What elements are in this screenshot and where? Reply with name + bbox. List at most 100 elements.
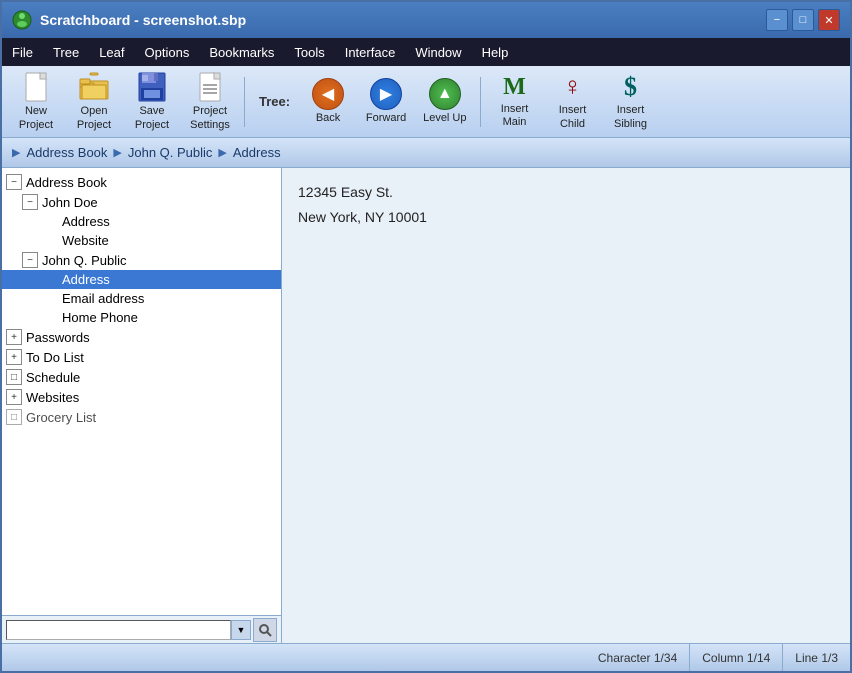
level-up-button[interactable]: ▲ Level Up xyxy=(416,71,473,133)
menu-bookmarks[interactable]: Bookmarks xyxy=(199,38,284,66)
insert-sibling-icon: $ xyxy=(615,72,647,102)
sidebar-search-bar: ▼ xyxy=(2,615,281,643)
tree-item-home-phone[interactable]: Home Phone xyxy=(2,308,281,327)
menu-help[interactable]: Help xyxy=(472,38,519,66)
tree-label-john-doe-website: Website xyxy=(62,233,109,248)
insert-child-label: InsertChild xyxy=(559,104,587,130)
menu-bar: File Tree Leaf Options Bookmarks Tools I… xyxy=(2,38,850,66)
save-project-button[interactable]: SaveProject xyxy=(124,71,180,133)
breadcrumb-item-0[interactable]: Address Book xyxy=(26,145,107,160)
menu-options[interactable]: Options xyxy=(135,38,200,66)
tree-toggle-websites[interactable]: + xyxy=(6,389,22,405)
insert-main-button[interactable]: M InsertMain xyxy=(487,71,543,133)
tree-item-grocery[interactable]: □ Grocery List xyxy=(2,407,281,427)
tree-item-todo[interactable]: + To Do List xyxy=(2,347,281,367)
tree-label-address-book: Address Book xyxy=(26,175,107,190)
menu-leaf[interactable]: Leaf xyxy=(89,38,134,66)
tree-item-john-q-email[interactable]: Email address xyxy=(2,289,281,308)
tree-toggle-schedule[interactable]: □ xyxy=(6,369,22,385)
breadcrumb-item-2[interactable]: Address xyxy=(233,145,281,160)
main-area: − Address Book − John Doe Address Websit… xyxy=(2,168,850,643)
search-dropdown[interactable]: ▼ xyxy=(231,620,251,640)
open-project-button[interactable]: OpenProject xyxy=(66,71,122,133)
sidebar-tree[interactable]: − Address Book − John Doe Address Websit… xyxy=(2,168,281,615)
menu-window[interactable]: Window xyxy=(405,38,471,66)
project-settings-button[interactable]: ProjectSettings xyxy=(182,71,238,133)
title-bar-left: Scratchboard - screenshot.sbp xyxy=(12,10,246,30)
tree-toggle-grocery[interactable]: □ xyxy=(6,409,22,425)
menu-file[interactable]: File xyxy=(2,38,43,66)
new-project-button[interactable]: NewProject xyxy=(8,71,64,133)
tree-label-john-q-email: Email address xyxy=(62,291,144,306)
tree-item-passwords[interactable]: + Passwords xyxy=(2,327,281,347)
content-area[interactable]: 12345 Easy St. New York, NY 10001 xyxy=(282,168,850,643)
level-up-icon: ▲ xyxy=(429,78,461,110)
search-input[interactable] xyxy=(6,620,231,640)
insert-sibling-button[interactable]: $ InsertSibling xyxy=(603,71,659,133)
content-text: 12345 Easy St. New York, NY 10001 xyxy=(298,180,834,230)
forward-label: Forward xyxy=(366,112,406,125)
tree-toggle-todo[interactable]: + xyxy=(6,349,22,365)
close-button[interactable]: ✕ xyxy=(818,9,840,31)
tree-label-passwords: Passwords xyxy=(26,330,90,345)
content-line-2: New York, NY 10001 xyxy=(298,205,834,230)
project-settings-label: ProjectSettings xyxy=(190,105,230,131)
tree-toggle-passwords[interactable]: + xyxy=(6,329,22,345)
status-column: Column 1/14 xyxy=(690,644,783,671)
save-project-label: SaveProject xyxy=(135,105,169,131)
tree-label-home-phone: Home Phone xyxy=(62,310,138,325)
status-line: Line 1/3 xyxy=(783,644,850,671)
tree-item-john-doe-website[interactable]: Website xyxy=(2,231,281,250)
window-controls: − □ ✕ xyxy=(766,9,840,31)
menu-tools[interactable]: Tools xyxy=(284,38,334,66)
status-bar: Character 1/34 Column 1/14 Line 1/3 xyxy=(2,643,850,671)
tree-item-websites[interactable]: + Websites xyxy=(2,387,281,407)
insert-child-icon: ♀ xyxy=(557,72,589,102)
insert-sibling-label: InsertSibling xyxy=(614,104,647,130)
tree-label-schedule: Schedule xyxy=(26,370,80,385)
tree-toggle-address-book[interactable]: − xyxy=(6,174,22,190)
forward-icon: ▶ xyxy=(370,78,402,110)
tree-toggle-john-doe[interactable]: − xyxy=(22,194,38,210)
tree-item-schedule[interactable]: □ Schedule xyxy=(2,367,281,387)
breadcrumb-item-1[interactable]: John Q. Public xyxy=(128,145,213,160)
tree-label-john-doe: John Doe xyxy=(42,195,98,210)
tree-label-john-doe-address: Address xyxy=(62,214,110,229)
tree-label-grocery: Grocery List xyxy=(26,410,96,425)
menu-tree[interactable]: Tree xyxy=(43,38,89,66)
back-button[interactable]: ◀ Back xyxy=(300,71,356,133)
search-button[interactable] xyxy=(253,618,277,642)
insert-main-label: InsertMain xyxy=(501,103,529,129)
window-title: Scratchboard - screenshot.sbp xyxy=(40,12,246,28)
status-character: Character 1/34 xyxy=(586,644,690,671)
insert-child-button[interactable]: ♀ InsertChild xyxy=(545,71,601,133)
app-icon xyxy=(12,10,32,30)
sidebar: − Address Book − John Doe Address Websit… xyxy=(2,168,282,643)
open-project-icon xyxy=(78,71,110,103)
tree-item-address-book[interactable]: − Address Book xyxy=(2,172,281,192)
back-label: Back xyxy=(316,112,340,125)
tree-item-john-q-public[interactable]: − John Q. Public xyxy=(2,250,281,270)
tree-label: Tree: xyxy=(259,94,290,109)
tree-label-todo: To Do List xyxy=(26,350,84,365)
save-project-icon xyxy=(136,71,168,103)
open-project-label: OpenProject xyxy=(77,105,111,131)
status-spacer xyxy=(2,644,586,671)
menu-interface[interactable]: Interface xyxy=(335,38,406,66)
level-up-label: Level Up xyxy=(423,112,466,125)
main-window: Scratchboard - screenshot.sbp − □ ✕ File… xyxy=(0,0,852,673)
toolbar-divider-2 xyxy=(480,77,481,127)
maximize-button[interactable]: □ xyxy=(792,9,814,31)
new-project-icon xyxy=(20,71,52,103)
project-settings-icon xyxy=(194,71,226,103)
toolbar: NewProject OpenProject xyxy=(2,66,850,138)
breadcrumb-bar: ▶ Address Book ▶ John Q. Public ▶ Addres… xyxy=(2,138,850,168)
tree-toggle-john-q[interactable]: − xyxy=(22,252,38,268)
tree-item-john-doe[interactable]: − John Doe xyxy=(2,192,281,212)
tree-item-john-q-address[interactable]: Address xyxy=(2,270,281,289)
minimize-button[interactable]: − xyxy=(766,9,788,31)
forward-button[interactable]: ▶ Forward xyxy=(358,71,414,133)
insert-main-icon: M xyxy=(499,74,531,101)
tree-item-john-doe-address[interactable]: Address xyxy=(2,212,281,231)
tree-label-john-q-address: Address xyxy=(62,272,110,287)
